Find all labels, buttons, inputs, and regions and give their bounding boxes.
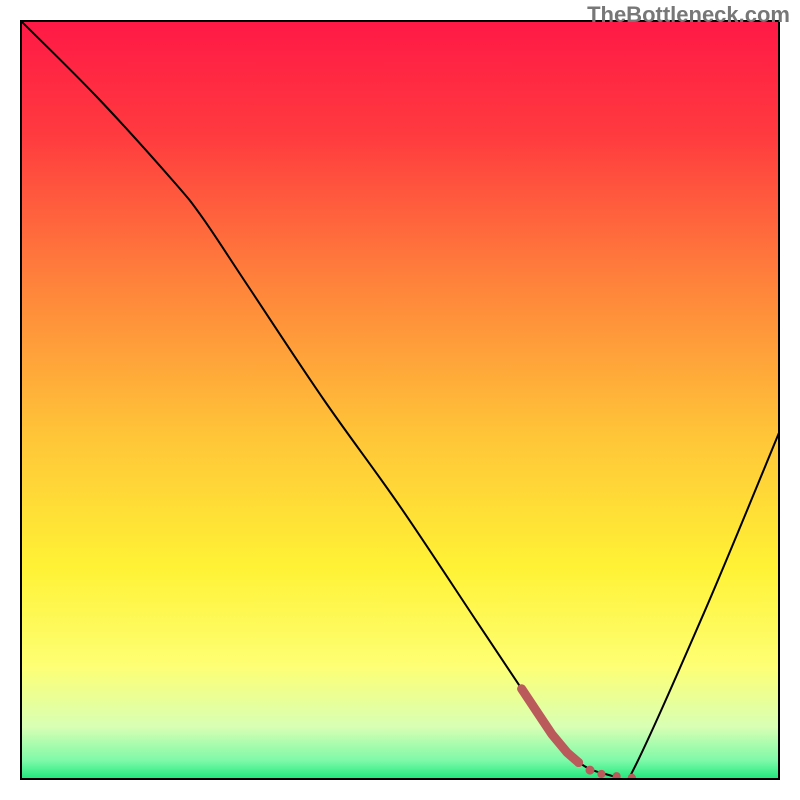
watermark-text: TheBottleneck.com xyxy=(587,2,790,28)
chart-svg xyxy=(20,20,780,780)
heat-gradient-bg xyxy=(20,20,780,780)
bottleneck-chart: TheBottleneck.com xyxy=(0,0,800,800)
plot-area xyxy=(20,20,780,780)
